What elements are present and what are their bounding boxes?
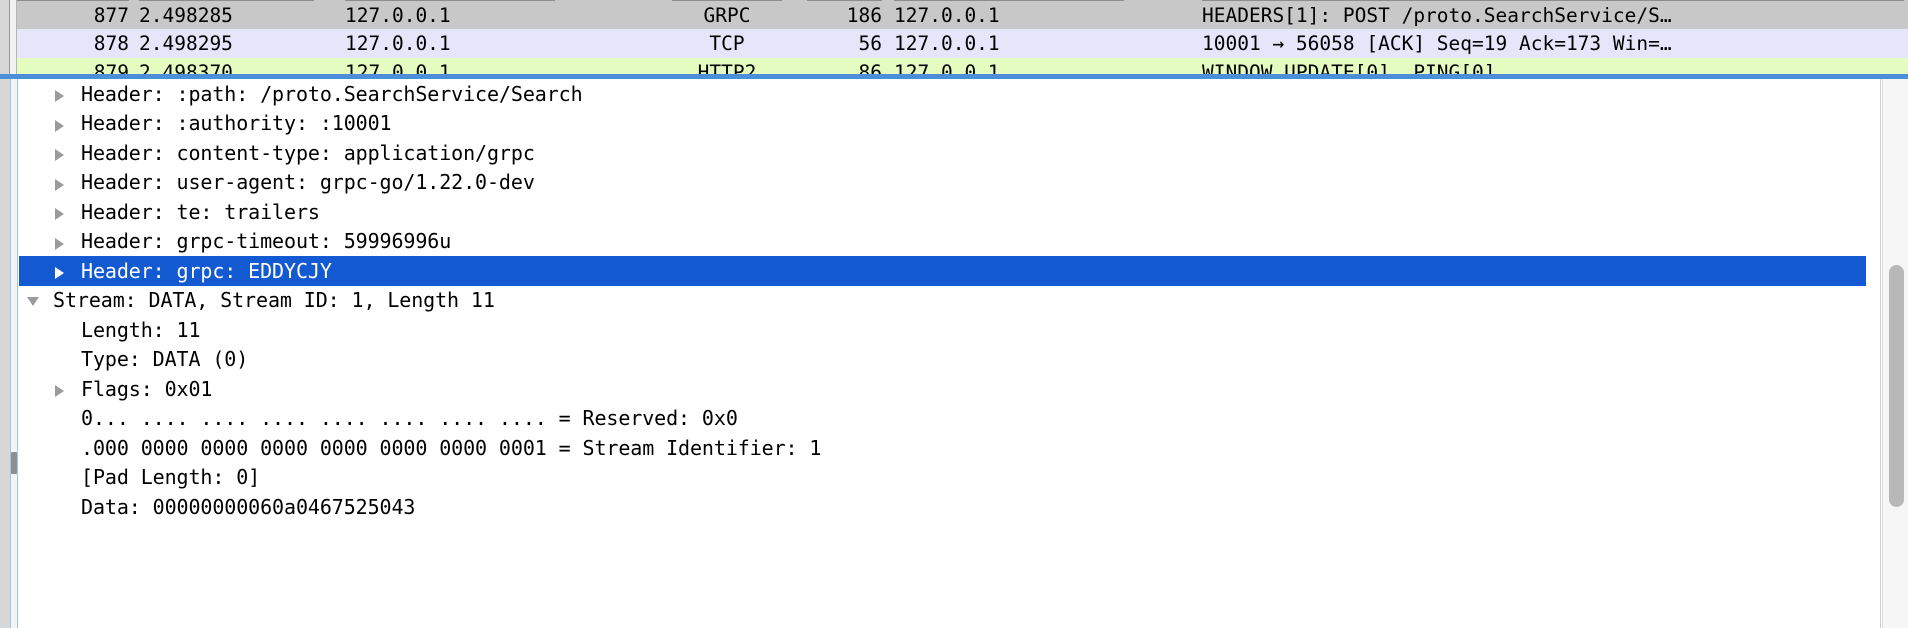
packet-list-vertical-scrollbar[interactable] [10, 0, 17, 83]
tree-row-label: Header: :path: /proto.SearchService/Sear… [19, 80, 583, 110]
tree-row[interactable]: Type: DATA (0) [19, 345, 1866, 375]
packet-protocol-cell: GRPC [672, 0, 782, 29]
tree-row-label: Header: :authority: :10001 [19, 109, 391, 139]
tree-row[interactable]: Header: :authority: :10001 [19, 109, 1866, 139]
tree-row-label: Header: grpc-timeout: 59996996u [19, 227, 451, 257]
packet-protocol-cell: TCP [672, 29, 782, 58]
packet-info-cell: HEADERS[1]: POST /proto.SearchService/S… [1202, 0, 1904, 29]
tree-row-label: Stream: DATA, Stream ID: 1, Length 11 [19, 286, 495, 316]
tree-row[interactable]: .000 0000 0000 0000 0000 0000 0000 0001 … [19, 433, 1866, 463]
tree-row[interactable]: Header: :path: /proto.SearchService/Sear… [19, 79, 1866, 109]
packet-time-cell: 2.498285 [139, 0, 314, 29]
tree-row[interactable]: Header: user-agent: grpc-go/1.22.0-dev [19, 168, 1866, 198]
expand-arrow-icon[interactable] [55, 179, 64, 191]
expand-arrow-icon[interactable] [55, 208, 64, 220]
packet-length-cell: 186 [807, 0, 882, 29]
packet-length-cell: 56 [807, 29, 882, 58]
packet-source-cell: 127.0.0.1 [345, 29, 555, 58]
detail-vertical-scrollbar-thumb[interactable] [1889, 265, 1904, 507]
detail-left-scrollbar[interactable] [10, 79, 18, 628]
tree-row-label: [Pad Length: 0] [19, 463, 260, 493]
packet-list-left-gutter [0, 0, 10, 83]
detail-vertical-scrollbar[interactable] [1882, 79, 1908, 628]
detail-left-gutter [0, 79, 10, 628]
tree-row-label: Data: 00000000060a0467525043 [19, 493, 415, 523]
tree-row[interactable]: Flags: 0x01 [19, 374, 1866, 404]
expand-arrow-icon[interactable] [55, 385, 64, 397]
tree-row[interactable]: Header: te: trailers [19, 197, 1866, 227]
expand-arrow-icon[interactable] [55, 149, 64, 161]
tree-row-label: .000 0000 0000 0000 0000 0000 0000 0001 … [19, 434, 821, 464]
expand-arrow-icon[interactable] [55, 120, 64, 132]
tree-row-label: Header: content-type: application/grpc [19, 139, 535, 169]
tree-row[interactable]: Header: content-type: application/grpc [19, 138, 1866, 168]
wireshark-window: 877 2.498285 127.0.0.1 GRPC 186 127.0.0.… [0, 0, 1908, 628]
expand-arrow-icon[interactable] [55, 90, 64, 102]
tree-row-label: Type: DATA (0) [19, 345, 248, 375]
tree-row[interactable]: [Pad Length: 0] [19, 463, 1866, 493]
packet-destination-cell: 127.0.0.1 [894, 0, 1124, 29]
tree-row[interactable]: Data: 00000000060a0467525043 [19, 492, 1866, 522]
tree-row-label: Header: user-agent: grpc-go/1.22.0-dev [19, 168, 535, 198]
tree-row-label: Flags: 0x01 [19, 375, 212, 405]
packet-no-cell: 877 [17, 0, 129, 29]
detail-pane-right-border [1880, 79, 1881, 628]
packet-list-row[interactable]: 878 2.498295 127.0.0.1 TCP 56 127.0.0.1 … [17, 29, 1908, 58]
tree-row[interactable]: 0... .... .... .... .... .... .... .... … [19, 404, 1866, 434]
packet-destination-cell: 127.0.0.1 [894, 29, 1124, 58]
packet-info-cell: 10001 → 56058 [ACK] Seq=19 Ack=173 Win=… [1202, 29, 1904, 58]
packet-time-cell: 2.498295 [139, 29, 314, 58]
packet-list-pane[interactable]: 877 2.498285 127.0.0.1 GRPC 186 127.0.0.… [0, 0, 1908, 83]
packet-detail-pane[interactable]: Header: :path: /proto.SearchService/Sear… [0, 79, 1908, 628]
tree-row-label: 0... .... .... .... .... .... .... .... … [19, 404, 738, 434]
detail-left-scrollbar-thumb[interactable] [11, 452, 17, 474]
tree-row[interactable]: Header: grpc-timeout: 59996996u [19, 227, 1866, 257]
tree-row-label: Header: grpc: EDDYCJY [19, 257, 332, 287]
tree-row-label: Length: 11 [19, 316, 200, 346]
tree-row-selected[interactable]: Header: grpc: EDDYCJY [19, 256, 1866, 286]
tree-row[interactable]: Length: 11 [19, 315, 1866, 345]
expand-arrow-icon[interactable] [55, 267, 64, 279]
tree-row-label: Header: te: trailers [19, 198, 320, 228]
collapse-arrow-icon[interactable] [27, 297, 39, 306]
packet-source-cell: 127.0.0.1 [345, 0, 555, 29]
expand-arrow-icon[interactable] [55, 238, 64, 250]
protocol-tree[interactable]: Header: :path: /proto.SearchService/Sear… [19, 79, 1866, 628]
packet-no-cell: 878 [17, 29, 129, 58]
tree-row[interactable]: Stream: DATA, Stream ID: 1, Length 11 [19, 286, 1866, 316]
packet-list-row[interactable]: 877 2.498285 127.0.0.1 GRPC 186 127.0.0.… [17, 0, 1908, 29]
